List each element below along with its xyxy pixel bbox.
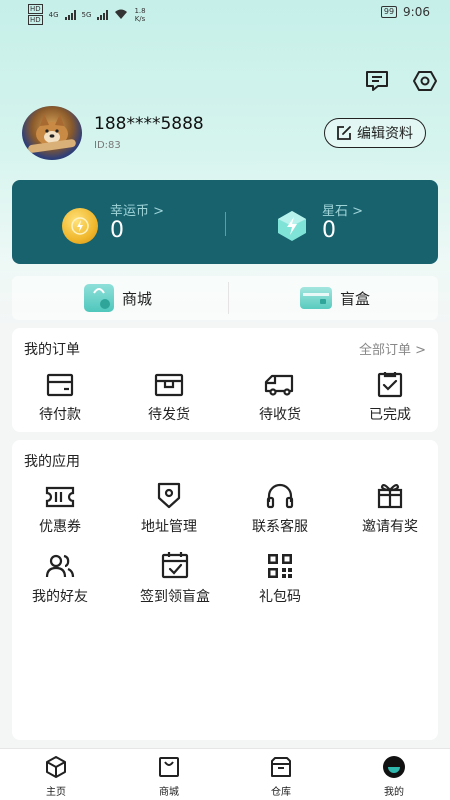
- bottom-tab-bar: 主页 商城 仓库 我的: [0, 748, 450, 800]
- user-face-icon: [354, 755, 434, 779]
- mall-icon: [84, 284, 114, 312]
- edit-profile-button[interactable]: 编辑资料: [324, 118, 426, 148]
- blindbox-icon: [300, 287, 332, 309]
- signal1-icon: [64, 9, 76, 20]
- coin-icon: [62, 208, 98, 244]
- star-stone-label: 星石 >: [322, 204, 364, 219]
- net1-label: 4G: [48, 10, 59, 19]
- status-bar: HD HD 4G 5G 1.8 K/s 99 9:06: [0, 0, 450, 26]
- blindbox-button[interactable]: 盲盒: [300, 282, 370, 314]
- order-item-pending-shipment[interactable]: 待发货: [119, 366, 219, 426]
- network-speed-value: 1.8: [134, 6, 146, 15]
- app-item-invite[interactable]: 邀请有奖: [340, 478, 440, 538]
- network-speed-unit: K/s: [134, 14, 146, 23]
- location-icon: [119, 478, 219, 510]
- truck-icon: [230, 366, 330, 398]
- signal2-icon: [97, 9, 109, 20]
- bag-icon: [129, 755, 209, 779]
- package-icon: [119, 366, 219, 398]
- lucky-coin-value: 0: [110, 218, 124, 243]
- app-item-checkin[interactable]: 签到领盲盒: [125, 548, 225, 608]
- net2-label: 5G: [81, 10, 92, 19]
- app-item-customer-service[interactable]: 联系客服: [230, 478, 330, 538]
- apps-card: 我的应用 优惠券 地址管理 联系客服 邀请有奖 我的好友 签到领盲盒 礼包码: [12, 440, 438, 740]
- order-item-label: 已完成: [369, 407, 411, 423]
- qrcode-icon: [230, 548, 330, 580]
- sim2-label: HD: [28, 15, 43, 25]
- all-orders-link[interactable]: 全部订单 >: [359, 339, 426, 358]
- star-stone-icon: [274, 208, 310, 244]
- order-item-completed[interactable]: 已完成: [340, 366, 440, 426]
- tab-me[interactable]: 我的: [354, 755, 434, 798]
- settings-icon[interactable]: [410, 66, 440, 96]
- status-right: 99 9:06: [380, 5, 430, 19]
- order-item-label: 待付款: [39, 407, 81, 423]
- orders-card: 我的订单 全部订单 > 待付款 待发货 待收货 已完成: [12, 328, 438, 432]
- wifi-icon: [115, 9, 128, 19]
- calendar-check-icon: [125, 548, 225, 580]
- status-left: HD HD 4G 5G 1.8 K/s: [28, 4, 146, 25]
- app-item-label: 地址管理: [141, 519, 197, 535]
- mall-label: 商城: [122, 289, 153, 308]
- gift-icon: [340, 478, 440, 510]
- tab-label: 主页: [46, 787, 66, 798]
- tab-label: 商城: [159, 787, 179, 798]
- warehouse-box-icon: [241, 755, 321, 779]
- order-item-pending-payment[interactable]: 待付款: [10, 366, 110, 426]
- tab-label: 我的: [384, 787, 404, 798]
- shop-row: 商城 盲盒: [12, 276, 438, 320]
- tab-home[interactable]: 主页: [16, 755, 96, 798]
- app-item-label: 礼包码: [259, 589, 301, 605]
- wallet-card: 幸运币 > 0 星石 > 0: [12, 180, 438, 264]
- app-item-giftcode[interactable]: 礼包码: [230, 548, 330, 608]
- blindbox-label: 盲盒: [340, 289, 371, 308]
- headset-icon: [230, 478, 330, 510]
- order-item-pending-receipt[interactable]: 待收货: [230, 366, 330, 426]
- clock: 9:06: [403, 5, 430, 19]
- user-id: ID:83: [94, 140, 121, 151]
- network-speed: 1.8 K/s: [134, 7, 145, 23]
- tab-warehouse[interactable]: 仓库: [241, 755, 321, 798]
- tab-label: 仓库: [271, 787, 291, 798]
- mall-button[interactable]: 商城: [84, 282, 152, 314]
- edit-icon: [337, 126, 351, 140]
- clipboard-check-icon: [340, 366, 440, 398]
- app-item-label: 我的好友: [32, 589, 88, 605]
- app-item-address[interactable]: 地址管理: [119, 478, 219, 538]
- app-item-label: 邀请有奖: [362, 519, 418, 535]
- order-item-label: 待发货: [148, 407, 190, 423]
- app-item-label: 联系客服: [252, 519, 308, 535]
- profile-section: 188****5888 ID:83 编辑资料: [22, 106, 432, 162]
- orders-title: 我的订单: [24, 342, 80, 358]
- app-item-friends[interactable]: 我的好友: [10, 548, 110, 608]
- edit-profile-label: 编辑资料: [357, 126, 413, 142]
- sim1-label: HD: [28, 4, 43, 14]
- app-item-label: 签到领盲盒: [140, 589, 210, 605]
- star-stone-value: 0: [322, 218, 336, 243]
- app-item-label: 优惠券: [39, 519, 81, 535]
- order-item-label: 待收货: [259, 407, 301, 423]
- apps-title: 我的应用: [24, 454, 80, 470]
- lucky-coin-label: 幸运币 >: [110, 204, 165, 219]
- avatar[interactable]: [22, 106, 82, 160]
- wallet-divider: [225, 212, 226, 236]
- user-phone: 188****5888: [94, 114, 204, 134]
- cube-icon: [16, 755, 96, 779]
- wallet-card-icon: [10, 366, 110, 398]
- battery-icon: 99: [380, 6, 398, 18]
- app-item-coupon[interactable]: 优惠券: [10, 478, 110, 538]
- tab-mall[interactable]: 商城: [129, 755, 209, 798]
- friends-icon: [10, 548, 110, 580]
- message-icon[interactable]: [362, 66, 392, 96]
- sim-indicators: HD HD: [28, 4, 43, 25]
- header-actions: [362, 66, 440, 96]
- shop-divider: [228, 282, 229, 314]
- coupon-icon: [10, 478, 110, 510]
